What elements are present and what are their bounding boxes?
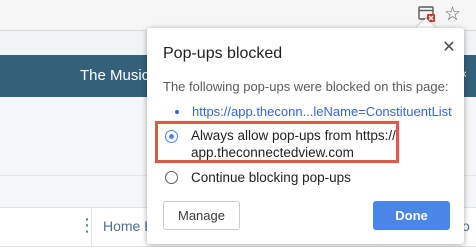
done-button[interactable]: Done <box>373 201 450 230</box>
allow-popups-option[interactable]: Always allow pop-ups from https:// app.t… <box>165 128 405 164</box>
manage-button[interactable]: Manage <box>163 201 240 230</box>
radio-button-unselected[interactable] <box>165 171 178 184</box>
star-icon[interactable]: ☆ <box>444 2 461 26</box>
column-divider <box>91 208 92 246</box>
close-icon[interactable]: ✕ <box>440 38 458 56</box>
blocked-popup-link[interactable]: https://app.theconn...leName=Constituent… <box>192 104 452 119</box>
browser-toolbar: ☆ <box>0 0 476 31</box>
allow-option-label-domain: app.theconnectedview.com <box>191 145 354 160</box>
bullet-icon <box>175 110 179 114</box>
popups-blocked-dialog: Pop-ups blocked ✕ The following pop-ups … <box>147 28 464 244</box>
dialog-description: The following pop-ups were blocked on th… <box>163 79 449 94</box>
dialog-title: Pop-ups blocked <box>163 45 283 62</box>
app-header-title: The Music <box>80 67 150 84</box>
column-header-home[interactable]: Home P <box>103 218 154 234</box>
kebab-menu-icon[interactable]: ⋮ <box>78 216 96 236</box>
radio-button-selected[interactable] <box>165 130 178 143</box>
continue-blocking-option[interactable]: Continue blocking pop-ups <box>165 169 405 187</box>
allow-option-label: Always allow pop-ups from https:// <box>191 128 396 143</box>
block-option-label: Continue blocking pop-ups <box>191 170 351 185</box>
